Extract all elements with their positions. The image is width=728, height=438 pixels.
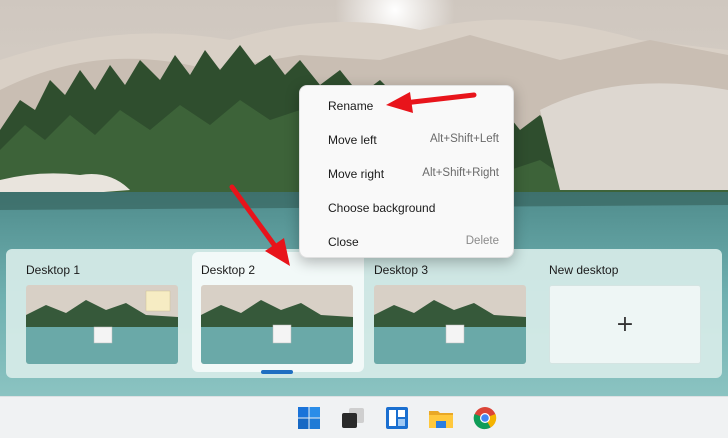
task-view-panel: Desktop 1 Desktop 2 Desktop 3 New deskto… [6, 249, 722, 378]
desktop-context-menu: Rename Move left Alt+Shift+Left Move rig… [299, 85, 514, 258]
menu-item-close[interactable]: Close Delete [300, 226, 515, 256]
menu-item-label: Rename [328, 99, 374, 113]
new-desktop-label: New desktop [549, 263, 619, 277]
desktop-1-card[interactable]: Desktop 1 [6, 249, 178, 378]
menu-item-shortcut: Alt+Shift+Left [429, 133, 499, 145]
menu-item-rename[interactable]: Rename [300, 90, 515, 120]
new-desktop-card[interactable]: New desktop + [549, 249, 721, 378]
menu-item-label: Move right [328, 167, 385, 181]
desktop-2-thumbnail[interactable] [201, 285, 353, 364]
new-desktop-button[interactable]: + [549, 285, 701, 364]
desktop-1-label: Desktop 1 [26, 263, 81, 277]
taskbar [0, 396, 728, 438]
menu-item-label: Close [328, 235, 359, 249]
menu-item-move-left[interactable]: Move left Alt+Shift+Left [300, 124, 515, 154]
menu-item-shortcut: Delete [465, 235, 499, 247]
desktop-3-card[interactable]: Desktop 3 [354, 249, 526, 378]
task-view-icon[interactable] [339, 404, 367, 432]
file-explorer-icon[interactable] [427, 404, 455, 432]
menu-item-shortcut: Alt+Shift+Right [422, 167, 499, 179]
plus-icon: + [615, 311, 635, 337]
windows-start-icon[interactable] [295, 404, 323, 432]
desktop-2-card[interactable]: Desktop 2 [192, 252, 364, 374]
widgets-icon[interactable] [383, 404, 411, 432]
active-desktop-indicator [261, 370, 293, 374]
desktop-3-label: Desktop 3 [374, 263, 429, 277]
desktop-1-thumbnail[interactable] [26, 285, 178, 364]
menu-item-label: Move left [328, 133, 377, 147]
chrome-icon[interactable] [471, 404, 499, 432]
desktop-3-thumbnail[interactable] [374, 285, 526, 364]
menu-item-move-right[interactable]: Move right Alt+Shift+Right [300, 158, 515, 188]
desktop-2-label: Desktop 2 [201, 263, 256, 277]
menu-item-label: Choose background [328, 201, 436, 215]
menu-item-choose-background[interactable]: Choose background [300, 192, 515, 222]
